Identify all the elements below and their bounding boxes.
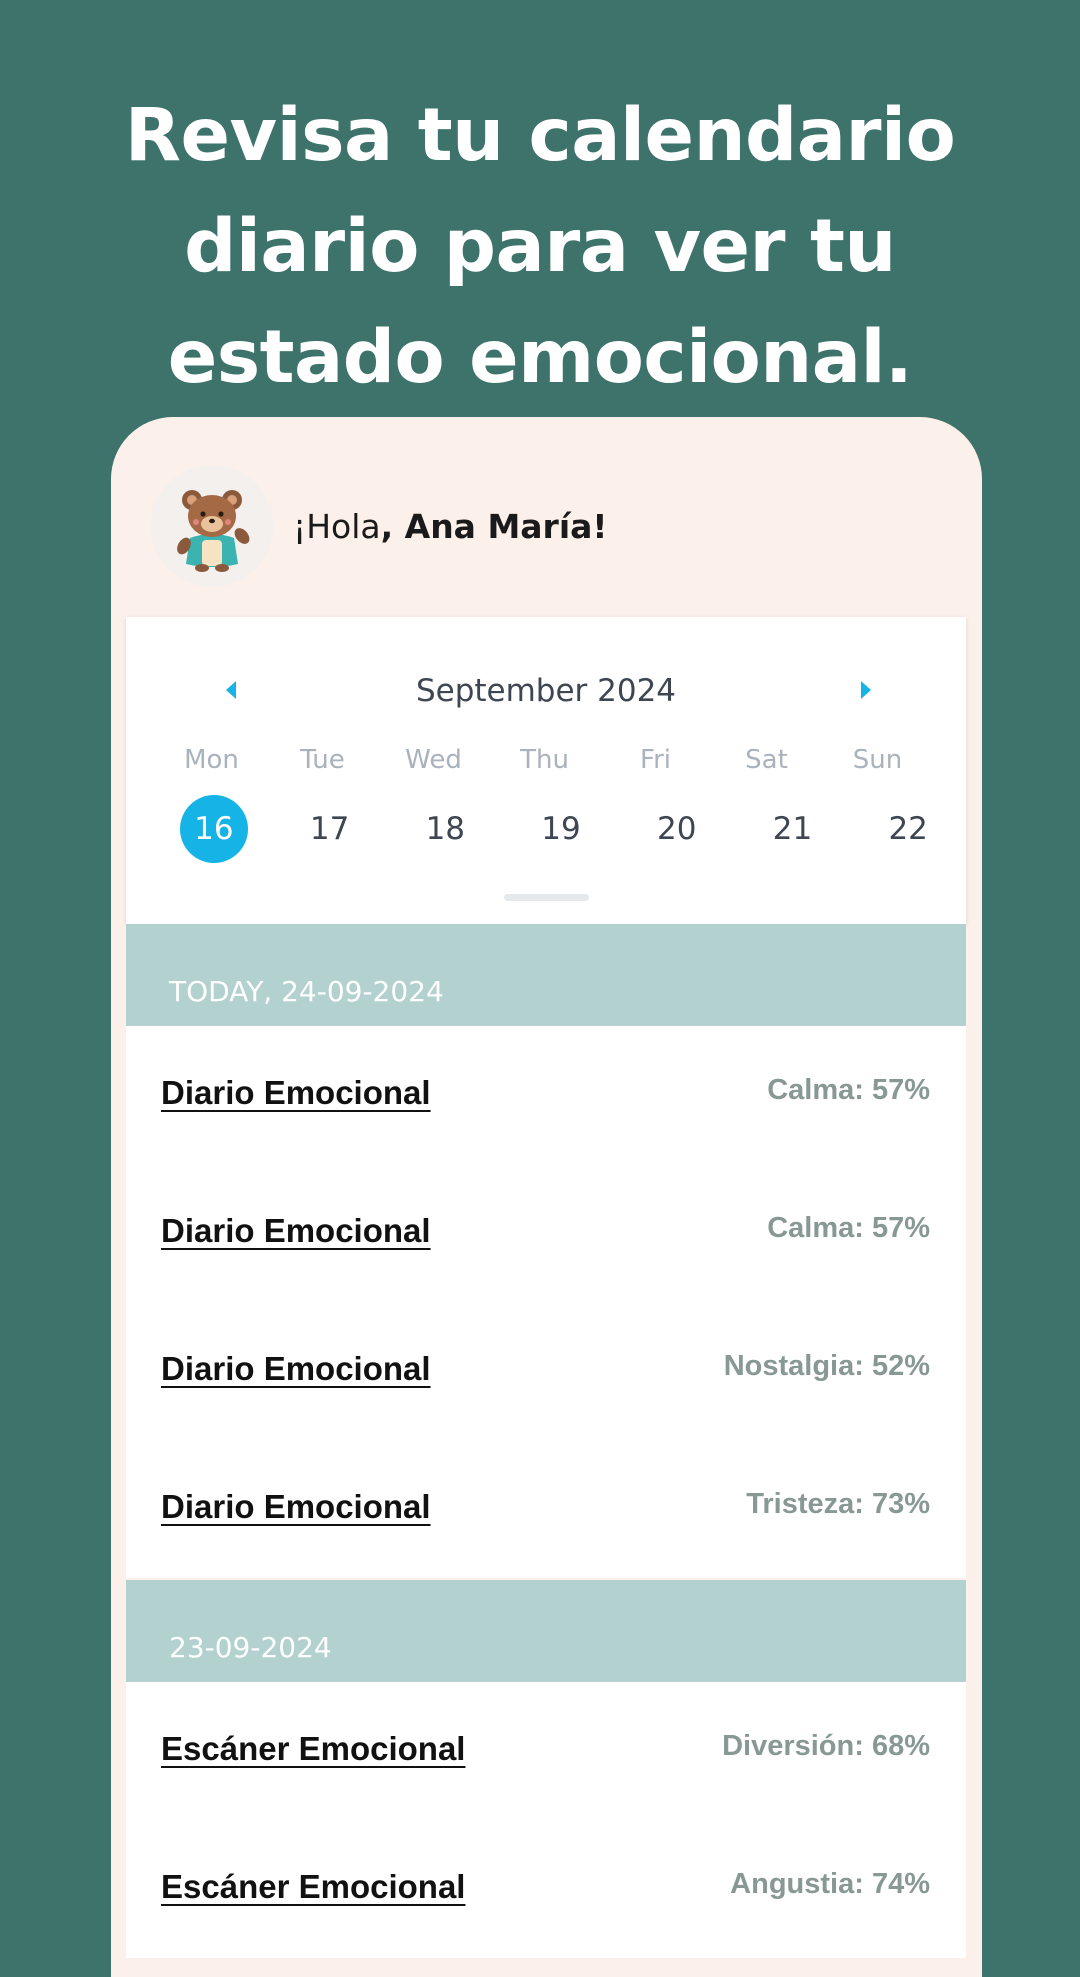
entry-title-link[interactable]: Escáner Emocional [161, 1730, 465, 1768]
entry-title-link[interactable]: Diario Emocional [161, 1212, 431, 1250]
entry-emotion-value: Nostalgia: 52% [723, 1350, 930, 1382]
list-item[interactable]: Diario Emocional Tristeza: 73% [126, 1440, 966, 1578]
day-cell[interactable]: 18 [387, 795, 503, 863]
phone-screen: ¡Hola, Ana María! September 2024 Mon Tue… [111, 417, 982, 1977]
entry-title-link[interactable]: Escáner Emocional [161, 1868, 465, 1906]
day-cell[interactable]: 22 [850, 795, 966, 863]
weekday-sun: Sun [852, 745, 903, 775]
chevron-right-icon [861, 681, 871, 699]
headline-line-3: estado emocional. [167, 315, 913, 400]
week-calendar: September 2024 Mon Tue Wed Thu Fri Sat S… [126, 617, 966, 924]
weekday-mon: Mon [184, 745, 239, 775]
date-section-label: 23-09-2024 [169, 1631, 332, 1664]
weekday-labels: Mon Tue Wed Thu Fri Sat Sun [156, 745, 966, 775]
greeting-prefix: ¡Hola [293, 506, 381, 546]
list-item[interactable]: Diario Emocional Calma: 57% [126, 1164, 966, 1302]
day-cell-selected[interactable]: 16 [156, 795, 272, 863]
next-month-button[interactable] [851, 675, 881, 705]
calendar-drag-handle[interactable] [504, 894, 589, 901]
headline-line-2: diario para ver tu [184, 204, 896, 289]
day-cell[interactable]: 17 [272, 795, 388, 863]
avatar[interactable] [151, 465, 273, 587]
headline: Revisa tu calendario diario para ver tu … [60, 80, 1020, 413]
weekday-thu: Thu [520, 745, 569, 775]
entry-title-link[interactable]: Diario Emocional [161, 1074, 431, 1112]
day-cell[interactable]: 20 [619, 795, 735, 863]
greeting-text: ¡Hola, Ana María! [293, 507, 607, 546]
list-item[interactable]: Diario Emocional Nostalgia: 52% [126, 1302, 966, 1440]
entry-emotion-value: Diversión: 68% [722, 1730, 930, 1762]
list-item[interactable]: Escáner Emocional Angustia: 74% [126, 1820, 966, 1958]
day-numbers: 16 17 18 19 20 21 22 [156, 795, 966, 863]
headline-line-1: Revisa tu calendario [124, 93, 956, 178]
entry-emotion-value: Calma: 57% [767, 1074, 930, 1106]
date-section-header: TODAY, 24-09-2024 [126, 924, 966, 1026]
weekday-tue: Tue [300, 745, 345, 775]
weekday-fri: Fri [640, 745, 671, 775]
day-cell[interactable]: 21 [735, 795, 851, 863]
selected-day[interactable]: 16 [179, 795, 248, 863]
greeting-user-name: , Ana María! [380, 506, 608, 546]
entry-title-link[interactable]: Diario Emocional [161, 1488, 431, 1526]
date-section-header: 23-09-2024 [126, 1580, 966, 1682]
weekday-sat: Sat [745, 745, 788, 775]
bear-mascot-icon [177, 490, 250, 572]
day-cell[interactable]: 19 [503, 795, 619, 863]
entry-emotion-value: Angustia: 74% [730, 1868, 930, 1900]
calendar-month-title: September 2024 [415, 673, 677, 709]
weekday-wed: Wed [405, 745, 462, 775]
entry-list: Diario Emocional Calma: 57% Diario Emoci… [126, 1026, 966, 1578]
date-section-label: TODAY, 24-09-2024 [169, 975, 444, 1008]
entry-title-link[interactable]: Diario Emocional [161, 1350, 431, 1388]
list-item[interactable]: Escáner Emocional Diversión: 68% [126, 1682, 966, 1820]
calendar-nav: September 2024 [126, 667, 966, 717]
entry-emotion-value: Tristeza: 73% [746, 1488, 930, 1520]
entry-list: Escáner Emocional Diversión: 68% Escáner… [126, 1682, 966, 1958]
entry-emotion-value: Calma: 57% [767, 1212, 930, 1244]
greeting-row: ¡Hola, Ana María! [151, 465, 607, 587]
list-item[interactable]: Diario Emocional Calma: 57% [126, 1026, 966, 1164]
